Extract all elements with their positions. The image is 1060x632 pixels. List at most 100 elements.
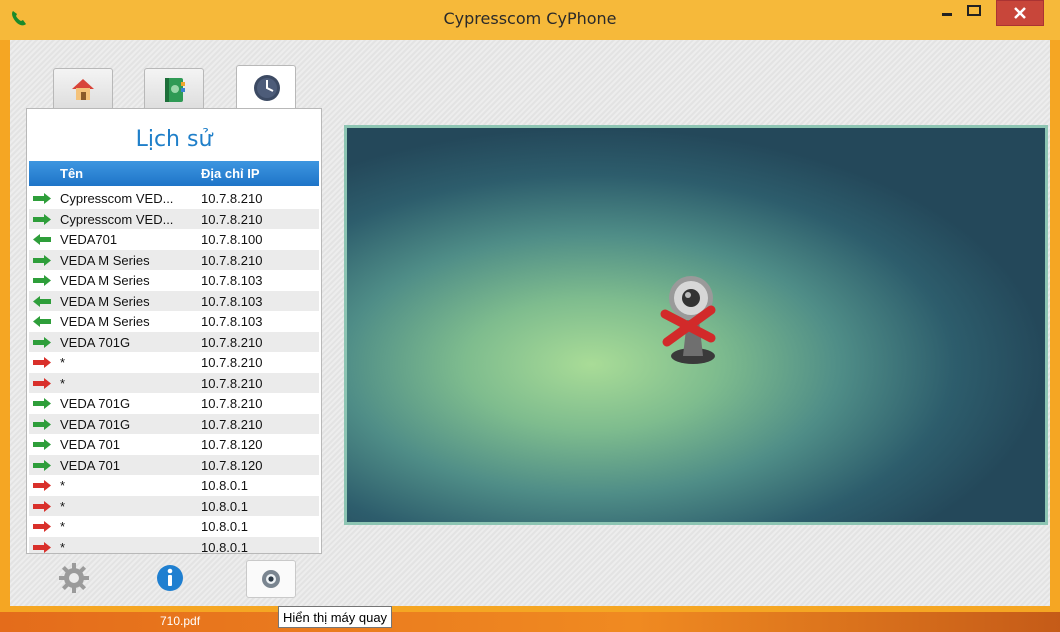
table-row[interactable]: VEDA701 10.7.8.100 [29, 229, 319, 250]
table-row[interactable]: VEDA M Series 10.7.8.103 [29, 311, 319, 332]
row-ip: 10.7.8.103 [201, 314, 263, 329]
arrow-right-green-icon [33, 254, 51, 266]
arrow-right-green-icon [33, 398, 51, 409]
row-name: VEDA M Series [60, 273, 150, 288]
row-name: VEDA 701 [60, 457, 120, 473]
row-ip: 10.7.8.210 [201, 334, 263, 350]
settings-button[interactable] [56, 560, 92, 596]
table-row[interactable]: VEDA 701 10.7.8.120 [29, 434, 319, 455]
close-button[interactable] [996, 0, 1044, 26]
arrow-right-green-icon [33, 459, 51, 471]
arrow-right-red-icon [33, 500, 51, 512]
table-row[interactable]: VEDA 701G 10.7.8.210 [29, 331, 319, 352]
row-ip: 10.8.0.1 [201, 478, 248, 493]
show-camera-button[interactable] [246, 560, 296, 598]
tooltip: Hiển thị máy quay [278, 606, 393, 628]
arrow-right-green-icon [33, 336, 51, 348]
webcam-disabled-icon [660, 276, 716, 364]
row-ip: 10.7.8.210 [201, 396, 263, 411]
row-ip: 10.7.8.210 [201, 355, 263, 370]
row-name: VEDA 701 [60, 437, 120, 452]
row-ip: 10.7.8.210 [201, 375, 263, 391]
gear-icon [59, 563, 89, 593]
address-book-icon [165, 78, 185, 102]
maximize-button[interactable] [962, 0, 988, 26]
table-row[interactable]: Cypresscom VED... 10.7.8.210 [29, 188, 319, 209]
table-row[interactable]: * 10.7.8.210 [29, 372, 319, 393]
table-row[interactable]: Cypresscom VED... 10.7.8.210 [29, 208, 319, 229]
app-window: Cypresscom CyPhone Lịch sử Tên Địa chỉ I… [0, 0, 1060, 612]
table-row[interactable]: * 10.8.0.1 [29, 475, 319, 496]
table-row[interactable]: * 10.8.0.1 [29, 516, 319, 537]
clock-icon [254, 75, 280, 101]
row-ip: 10.7.8.210 [201, 252, 263, 268]
history-panel: Lịch sử Tên Địa chỉ IP Cypresscom VED...… [26, 108, 322, 554]
column-header-name[interactable]: Tên [60, 166, 83, 181]
table-row[interactable]: VEDA M Series 10.7.8.103 [29, 290, 319, 311]
arrow-right-red-icon [33, 377, 51, 389]
camera-icon [262, 570, 280, 588]
table-row[interactable]: * 10.7.8.210 [29, 352, 319, 373]
table-row[interactable]: VEDA 701 10.7.8.120 [29, 454, 319, 475]
row-ip: 10.7.8.210 [201, 211, 263, 227]
row-name: Cypresscom VED... [60, 191, 174, 206]
tab-contacts[interactable] [144, 68, 204, 108]
row-ip: 10.8.0.1 [201, 498, 248, 514]
row-ip: 10.8.0.1 [201, 539, 248, 554]
table-row[interactable]: VEDA 701G 10.7.8.210 [29, 393, 319, 414]
tab-history[interactable] [236, 65, 296, 108]
table-row[interactable]: VEDA 701G 10.7.8.210 [29, 413, 319, 434]
video-preview [344, 125, 1048, 525]
arrow-right-red-icon [33, 480, 51, 491]
taskbar [0, 612, 1060, 632]
arrow-right-red-icon [33, 521, 51, 532]
row-ip: 10.7.8.210 [201, 416, 263, 432]
maximize-icon [967, 5, 981, 16]
table-row[interactable]: VEDA M Series 10.7.8.103 [29, 270, 319, 291]
history-list: Cypresscom VED... 10.7.8.210 Cypresscom V… [29, 188, 319, 554]
info-button[interactable] [152, 560, 188, 596]
taskbar-file-label[interactable]: 710.pdf [160, 614, 200, 628]
close-icon [1014, 7, 1026, 19]
arrow-left-green-icon [33, 316, 51, 327]
row-name: VEDA M Series [60, 314, 150, 329]
home-icon [72, 79, 94, 100]
row-name: * [60, 498, 66, 514]
row-name: VEDA701 [60, 232, 118, 247]
row-name: VEDA 701G [60, 334, 131, 350]
table-header: Tên Địa chỉ IP [29, 161, 319, 186]
row-name: * [60, 355, 66, 370]
main-area: Lịch sử Tên Địa chỉ IP Cypresscom VED...… [10, 40, 1050, 606]
row-name: VEDA M Series [60, 252, 150, 268]
info-icon [157, 565, 183, 591]
arrow-right-red-icon [33, 541, 51, 553]
row-name: VEDA 701G [60, 416, 131, 432]
row-ip: 10.8.0.1 [201, 519, 248, 534]
row-name: * [60, 478, 66, 493]
tab-home[interactable] [53, 68, 113, 108]
arrow-left-green-icon [33, 295, 51, 307]
arrow-right-green-icon [33, 213, 51, 225]
minimize-button[interactable] [934, 0, 962, 26]
minimize-icon [942, 13, 952, 16]
row-name: Cypresscom VED... [60, 211, 174, 227]
row-ip: 10.7.8.210 [201, 191, 263, 206]
column-header-ip[interactable]: Địa chỉ IP [201, 166, 260, 181]
arrow-left-green-icon [33, 234, 51, 245]
row-ip: 10.7.8.100 [201, 232, 263, 247]
table-row[interactable]: * 10.8.0.1 [29, 536, 319, 554]
arrow-right-red-icon [33, 357, 51, 368]
title-bar[interactable]: Cypresscom CyPhone [0, 0, 1060, 40]
table-row[interactable]: VEDA M Series 10.7.8.210 [29, 249, 319, 270]
window-title: Cypresscom CyPhone [443, 9, 617, 28]
arrow-right-green-icon [33, 439, 51, 450]
row-name: VEDA M Series [60, 293, 150, 309]
row-name: * [60, 375, 66, 391]
row-ip: 10.7.8.103 [201, 273, 263, 288]
row-name: * [60, 539, 66, 554]
row-ip: 10.7.8.120 [201, 457, 263, 473]
table-row[interactable]: * 10.8.0.1 [29, 495, 319, 516]
row-ip: 10.7.8.120 [201, 437, 263, 452]
arrow-right-green-icon [33, 193, 51, 204]
row-name: * [60, 519, 66, 534]
